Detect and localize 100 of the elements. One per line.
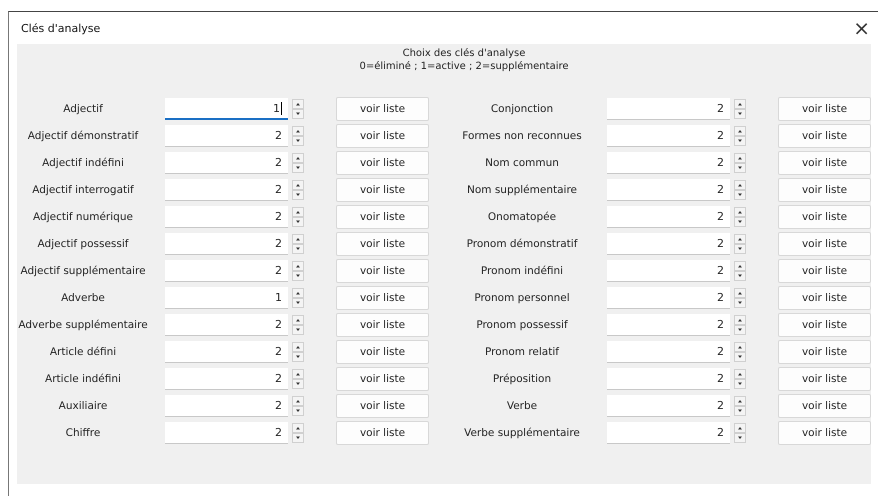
value-field[interactable]: 2 bbox=[165, 422, 288, 444]
spinner-icon[interactable] bbox=[292, 180, 304, 200]
spinner-icon[interactable] bbox=[292, 288, 304, 308]
spinner-icon[interactable] bbox=[734, 126, 746, 146]
list-button[interactable]: voir liste bbox=[778, 421, 871, 445]
list-button[interactable]: voir liste bbox=[336, 286, 429, 310]
key-label: Onomatopée bbox=[486, 211, 558, 223]
key-label: Adjectif démonstratif bbox=[26, 130, 140, 142]
spinner-icon[interactable] bbox=[734, 396, 746, 416]
key-label: Chiffre bbox=[64, 427, 102, 439]
spinner-icon[interactable] bbox=[734, 180, 746, 200]
list-button[interactable]: voir liste bbox=[336, 259, 429, 283]
spinner-icon[interactable] bbox=[292, 126, 304, 146]
value-field[interactable]: 2 bbox=[165, 260, 288, 282]
value-field[interactable]: 2 bbox=[165, 233, 288, 255]
list-button[interactable]: voir liste bbox=[336, 124, 429, 148]
list-button[interactable]: voir liste bbox=[336, 178, 429, 202]
list-button[interactable]: voir liste bbox=[336, 367, 429, 391]
value-field[interactable]: 2 bbox=[607, 368, 730, 390]
value-field[interactable]: 2 bbox=[165, 206, 288, 228]
list-button[interactable]: voir liste bbox=[336, 205, 429, 229]
value-field[interactable]: 1 bbox=[165, 98, 288, 120]
list-button[interactable]: voir liste bbox=[778, 259, 871, 283]
key-label: Verbe supplémentaire bbox=[463, 427, 581, 439]
legend-text: 0=éliminé ; 1=active ; 2=supplémentaire bbox=[359, 60, 569, 73]
key-label: Adjectif bbox=[62, 103, 104, 115]
spinner-icon[interactable] bbox=[734, 234, 746, 254]
spinner-icon[interactable] bbox=[734, 99, 746, 119]
value-field[interactable]: 2 bbox=[607, 422, 730, 444]
value-field[interactable]: 2 bbox=[607, 314, 730, 336]
spinner-icon[interactable] bbox=[734, 261, 746, 281]
spinner-icon[interactable] bbox=[734, 342, 746, 362]
key-label: Pronom indéfini bbox=[480, 265, 564, 277]
key-label: Préposition bbox=[492, 373, 552, 385]
value-field[interactable]: 2 bbox=[607, 395, 730, 417]
key-label: Article indéfini bbox=[44, 373, 122, 385]
key-label: Conjonction bbox=[490, 103, 554, 115]
value-field[interactable]: 2 bbox=[165, 125, 288, 147]
list-button[interactable]: voir liste bbox=[336, 340, 429, 364]
spinner-icon[interactable] bbox=[292, 396, 304, 416]
key-label: Adjectif numérique bbox=[32, 211, 134, 223]
spinner-icon[interactable] bbox=[292, 423, 304, 443]
list-button[interactable]: voir liste bbox=[336, 313, 429, 337]
close-button[interactable]: × bbox=[849, 16, 874, 40]
list-button[interactable]: voir liste bbox=[336, 421, 429, 445]
list-button[interactable]: voir liste bbox=[778, 313, 871, 337]
spinner-icon[interactable] bbox=[734, 207, 746, 227]
list-button[interactable]: voir liste bbox=[778, 124, 871, 148]
list-button[interactable]: voir liste bbox=[336, 394, 429, 418]
key-label: Adverbe bbox=[60, 292, 106, 304]
spinner-icon[interactable] bbox=[292, 261, 304, 281]
spinner-icon[interactable] bbox=[292, 342, 304, 362]
list-button[interactable]: voir liste bbox=[778, 205, 871, 229]
spinner-icon[interactable] bbox=[292, 207, 304, 227]
value-field[interactable]: 2 bbox=[165, 179, 288, 201]
key-label: Nom commun bbox=[484, 157, 560, 169]
value-field[interactable]: 2 bbox=[607, 125, 730, 147]
value-field[interactable]: 2 bbox=[607, 98, 730, 120]
spinner-icon[interactable] bbox=[292, 153, 304, 173]
value-field[interactable]: 2 bbox=[165, 314, 288, 336]
key-label: Auxiliaire bbox=[58, 400, 108, 412]
list-button[interactable]: voir liste bbox=[778, 394, 871, 418]
list-button[interactable]: voir liste bbox=[778, 232, 871, 256]
value-field[interactable]: 2 bbox=[165, 395, 288, 417]
key-label: Article défini bbox=[48, 346, 118, 358]
key-label: Adjectif supplémentaire bbox=[19, 265, 147, 277]
key-label: Pronom possessif bbox=[475, 319, 569, 331]
value-field[interactable]: 2 bbox=[607, 206, 730, 228]
value-field[interactable]: 1 bbox=[165, 287, 288, 309]
value-field[interactable]: 2 bbox=[165, 368, 288, 390]
list-button[interactable]: voir liste bbox=[336, 97, 429, 121]
value-field[interactable]: 2 bbox=[607, 233, 730, 255]
list-button[interactable]: voir liste bbox=[336, 232, 429, 256]
key-label: Adjectif possessif bbox=[36, 238, 130, 250]
value-field[interactable]: 2 bbox=[607, 260, 730, 282]
spinner-icon[interactable] bbox=[292, 99, 304, 119]
spinner-icon[interactable] bbox=[292, 369, 304, 389]
spinner-icon[interactable] bbox=[734, 423, 746, 443]
section-title: Choix des clés d'analyse bbox=[402, 47, 526, 60]
list-button[interactable]: voir liste bbox=[778, 151, 871, 175]
value-field[interactable]: 2 bbox=[607, 287, 730, 309]
spinner-icon[interactable] bbox=[292, 315, 304, 335]
list-button[interactable]: voir liste bbox=[778, 286, 871, 310]
spinner-icon[interactable] bbox=[734, 315, 746, 335]
list-button[interactable]: voir liste bbox=[778, 340, 871, 364]
value-field[interactable]: 2 bbox=[165, 341, 288, 363]
value-field[interactable]: 2 bbox=[607, 152, 730, 174]
spinner-icon[interactable] bbox=[734, 153, 746, 173]
spinner-icon[interactable] bbox=[734, 369, 746, 389]
window-title: Clés d'analyse bbox=[21, 22, 100, 34]
list-button[interactable]: voir liste bbox=[778, 178, 871, 202]
value-field[interactable]: 2 bbox=[165, 152, 288, 174]
value-field[interactable]: 2 bbox=[607, 341, 730, 363]
list-button[interactable]: voir liste bbox=[778, 367, 871, 391]
key-label: Nom supplémentaire bbox=[466, 184, 578, 196]
value-field[interactable]: 2 bbox=[607, 179, 730, 201]
list-button[interactable]: voir liste bbox=[336, 151, 429, 175]
spinner-icon[interactable] bbox=[734, 288, 746, 308]
spinner-icon[interactable] bbox=[292, 234, 304, 254]
list-button[interactable]: voir liste bbox=[778, 97, 871, 121]
